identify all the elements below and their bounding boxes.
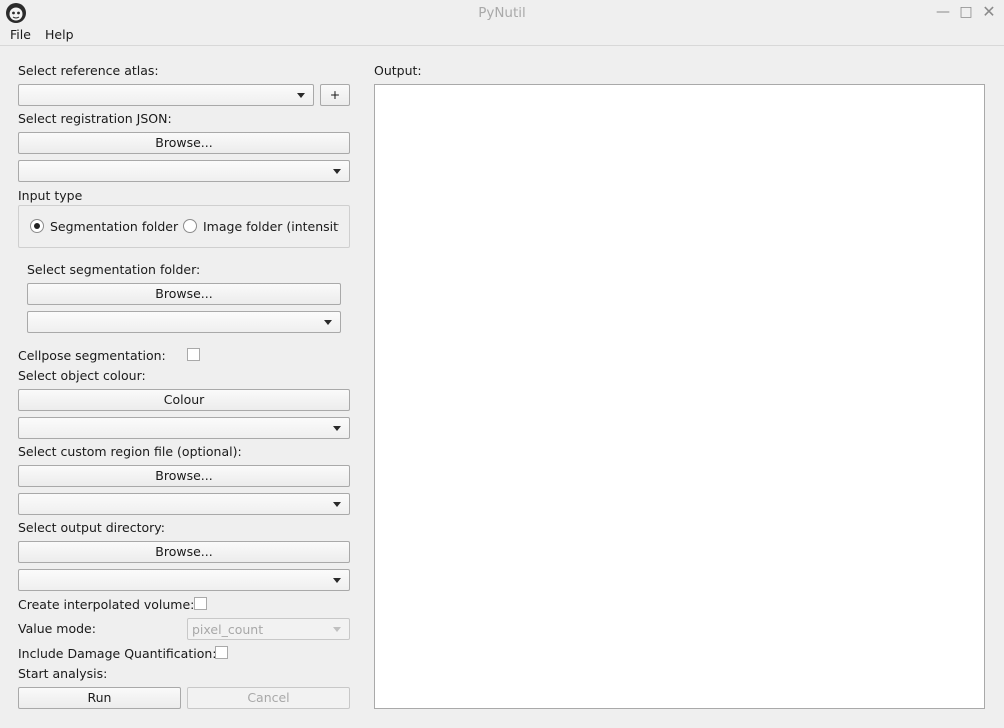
registration-label: Select registration JSON: <box>18 111 172 126</box>
interpolated-label: Create interpolated volume: <box>18 597 195 612</box>
close-icon[interactable]: ✕ <box>981 4 997 20</box>
radio-unchecked-icon <box>183 219 197 233</box>
chevron-down-icon <box>333 578 341 583</box>
chevron-down-icon <box>297 93 305 98</box>
atlas-select[interactable] <box>18 84 314 106</box>
segmentation-history-select[interactable] <box>27 311 341 333</box>
output-dir-label: Select output directory: <box>18 520 165 535</box>
image-folder-radio[interactable] <box>183 219 197 233</box>
radio-checked-icon <box>30 219 44 233</box>
custom-region-browse-button[interactable]: Browse... <box>18 465 350 487</box>
image-folder-radio-label[interactable]: Image folder (intensity <box>203 219 339 234</box>
cancel-button[interactable]: Cancel <box>187 687 350 709</box>
damage-label: Include Damage Quantification: <box>18 646 217 661</box>
value-mode-label: Value mode: <box>18 621 96 636</box>
interpolated-checkbox[interactable] <box>194 597 207 610</box>
maximize-icon[interactable]: □ <box>958 4 974 20</box>
add-atlas-button[interactable]: + <box>320 84 350 106</box>
value-mode-value: pixel_count <box>192 622 264 637</box>
custom-region-label: Select custom region file (optional): <box>18 444 242 459</box>
segmentation-folder-radio-label[interactable]: Segmentation folder <box>50 219 178 234</box>
damage-checkbox[interactable] <box>215 646 228 659</box>
atlas-label: Select reference atlas: <box>18 63 159 78</box>
analysis-label: Start analysis: <box>18 666 108 681</box>
menu-file[interactable]: File <box>10 27 31 42</box>
menu-help[interactable]: Help <box>45 27 74 42</box>
segmentation-label: Select segmentation folder: <box>27 262 201 277</box>
window-title: PyNutil <box>478 5 526 21</box>
output-textarea[interactable] <box>374 84 985 709</box>
value-mode-select[interactable]: pixel_count <box>187 618 350 640</box>
colour-history-select[interactable] <box>18 417 350 439</box>
chevron-down-icon <box>333 502 341 507</box>
run-button[interactable]: Run <box>18 687 181 709</box>
chevron-down-icon <box>333 426 341 431</box>
chevron-down-icon <box>333 169 341 174</box>
segmentation-folder-radio[interactable] <box>30 219 44 233</box>
output-dir-browse-button[interactable]: Browse... <box>18 541 350 563</box>
registration-history-select[interactable] <box>18 160 350 182</box>
output-label: Output: <box>374 63 422 78</box>
output-dir-history-select[interactable] <box>18 569 350 591</box>
menu-bar <box>0 25 1004 46</box>
colour-label: Select object colour: <box>18 368 146 383</box>
custom-region-history-select[interactable] <box>18 493 350 515</box>
segmentation-browse-button[interactable]: Browse... <box>27 283 341 305</box>
cellpose-label: Cellpose segmentation: <box>18 348 166 363</box>
registration-browse-button[interactable]: Browse... <box>18 132 350 154</box>
cellpose-checkbox[interactable] <box>187 348 200 361</box>
minimize-icon[interactable]: — <box>935 4 951 20</box>
chevron-down-icon <box>333 627 341 632</box>
colour-button[interactable]: Colour <box>18 389 350 411</box>
chevron-down-icon <box>324 320 332 325</box>
input-type-label: Input type <box>18 188 83 203</box>
